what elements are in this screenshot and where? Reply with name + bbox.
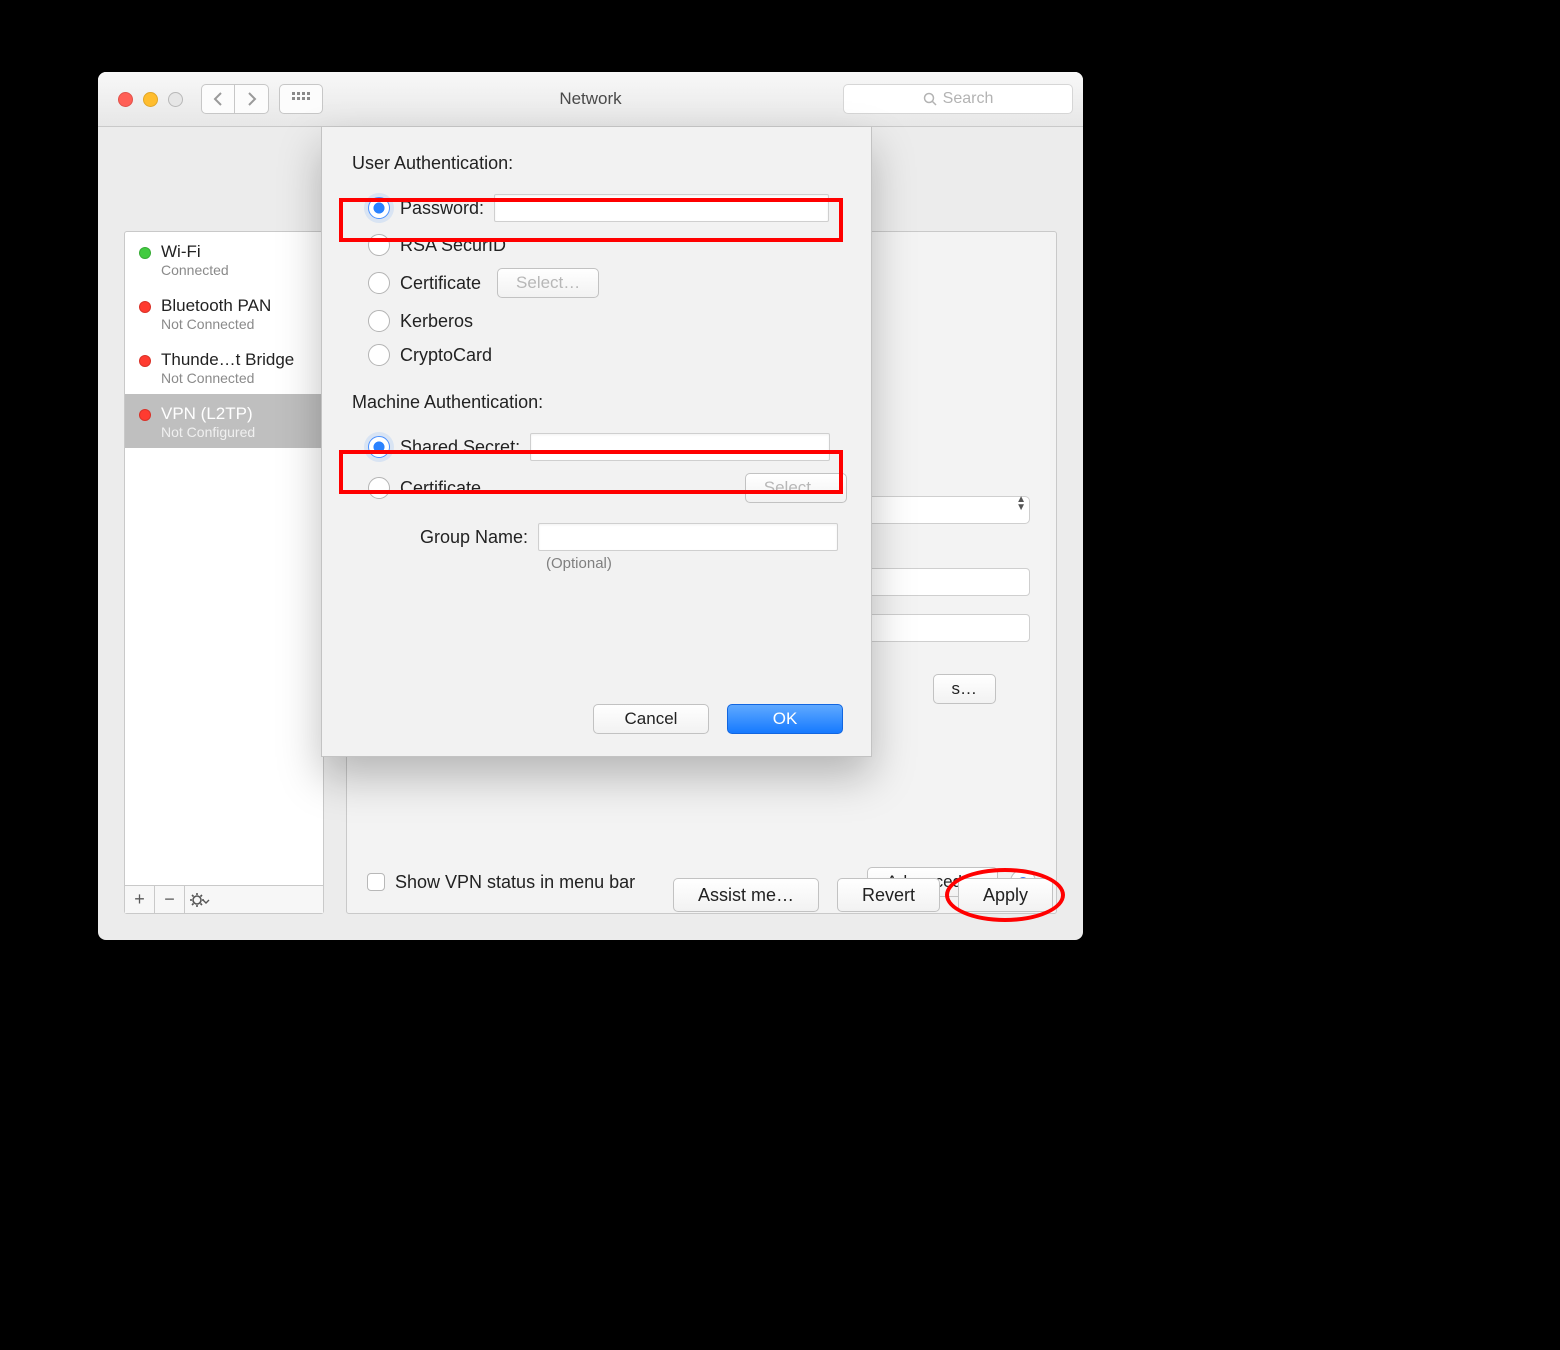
radio-kerberos[interactable] [368, 310, 390, 332]
close-icon[interactable] [118, 92, 133, 107]
status-dot-icon [139, 355, 151, 367]
ok-button[interactable]: OK [727, 704, 843, 734]
option-label: Certificate [400, 273, 481, 294]
minimize-icon[interactable] [143, 92, 158, 107]
authentication-sheet: User Authentication: Password: RSA Secur… [321, 127, 872, 757]
revert-button[interactable]: Revert [837, 878, 940, 912]
option-label: Certificate [400, 478, 481, 499]
group-name-optional-label: (Optional) [546, 555, 847, 572]
search-icon [923, 92, 937, 106]
select-certificate-machine-button: Select… [745, 473, 847, 503]
machine-auth-shared-secret-row[interactable]: Shared Secret: [346, 427, 847, 467]
machine-auth-certificate-row[interactable]: Certificate Select… [346, 467, 847, 509]
sidebar-item-bluetooth-pan[interactable]: Bluetooth PAN Not Connected [125, 286, 323, 340]
interfaces-sidebar: Wi-Fi Connected Bluetooth PAN Not Connec… [124, 231, 324, 914]
radio-shared-secret[interactable] [368, 436, 390, 458]
group-name-row: Group Name: [346, 509, 847, 555]
zoom-icon[interactable] [168, 92, 183, 107]
traffic-lights [108, 92, 201, 107]
sidebar-item-status: Connected [161, 262, 229, 278]
window-footer-buttons: Assist me… Revert Apply [673, 878, 1053, 912]
status-dot-icon [139, 409, 151, 421]
sidebar-item-label: VPN (L2TP) [161, 404, 255, 424]
add-interface-button[interactable]: + [125, 886, 155, 913]
show-all-button[interactable] [279, 84, 323, 114]
group-name-label: Group Name: [368, 527, 528, 548]
sidebar-item-status: Not Connected [161, 316, 271, 332]
user-auth-rsa-row[interactable]: RSA SecurID [346, 228, 847, 262]
user-auth-cryptocard-row[interactable]: CryptoCard [346, 338, 847, 372]
remove-interface-button[interactable]: − [155, 886, 185, 913]
gear-icon [189, 893, 211, 907]
user-authentication-label: User Authentication: [352, 153, 847, 174]
option-label: RSA SecurID [400, 235, 506, 256]
sidebar-item-status: Not Connected [161, 370, 294, 386]
radio-certificate-user[interactable] [368, 272, 390, 294]
interface-actions-button[interactable] [185, 886, 215, 913]
sidebar-item-status: Not Configured [161, 424, 255, 440]
sidebar-item-vpn-l2tp[interactable]: VPN (L2TP) Not Configured [125, 394, 323, 448]
search-input[interactable]: Search [843, 84, 1073, 114]
forward-button[interactable] [235, 84, 269, 114]
sidebar-item-label: Thunde…t Bridge [161, 350, 294, 370]
user-auth-certificate-row[interactable]: Certificate Select… [346, 262, 847, 304]
option-label: Password: [400, 198, 484, 219]
sidebar-item-thunderbolt-bridge[interactable]: Thunde…t Bridge Not Connected [125, 340, 323, 394]
password-field[interactable] [494, 194, 829, 222]
status-dot-icon [139, 301, 151, 313]
sidebar-item-wifi[interactable]: Wi-Fi Connected [125, 232, 323, 286]
network-preferences-window: Network Search Wi-Fi Connected B [98, 72, 1083, 940]
radio-certificate-machine[interactable] [368, 477, 390, 499]
sheet-actions: Cancel OK [593, 704, 843, 734]
machine-authentication-label: Machine Authentication: [352, 392, 847, 413]
sidebar-item-label: Bluetooth PAN [161, 296, 271, 316]
sidebar-item-label: Wi-Fi [161, 242, 229, 262]
interfaces-list: Wi-Fi Connected Bluetooth PAN Not Connec… [125, 232, 323, 885]
chevron-up-down-icon: ▲▼ [1016, 496, 1026, 512]
radio-cryptocard[interactable] [368, 344, 390, 366]
nav-segment [201, 84, 269, 114]
search-placeholder: Search [943, 90, 994, 108]
option-label: Kerberos [400, 311, 473, 332]
back-button[interactable] [201, 84, 235, 114]
grid-icon [292, 92, 310, 106]
authentication-settings-button[interactable]: s… [933, 674, 997, 704]
radio-rsa-securid[interactable] [368, 234, 390, 256]
select-certificate-user-button: Select… [497, 268, 599, 298]
status-dot-icon [139, 247, 151, 259]
cancel-button[interactable]: Cancel [593, 704, 709, 734]
option-label: Shared Secret: [400, 437, 520, 458]
apply-button[interactable]: Apply [958, 878, 1053, 912]
user-auth-kerberos-row[interactable]: Kerberos [346, 304, 847, 338]
option-label: CryptoCard [400, 345, 492, 366]
group-name-field[interactable] [538, 523, 838, 551]
titlebar: Network Search [98, 72, 1083, 127]
sidebar-footer: + − [125, 885, 323, 913]
shared-secret-field[interactable] [530, 433, 830, 461]
user-auth-password-row[interactable]: Password: [346, 188, 847, 228]
show-vpn-status-checkbox[interactable] [367, 873, 385, 891]
assist-me-button[interactable]: Assist me… [673, 878, 819, 912]
radio-password[interactable] [368, 197, 390, 219]
